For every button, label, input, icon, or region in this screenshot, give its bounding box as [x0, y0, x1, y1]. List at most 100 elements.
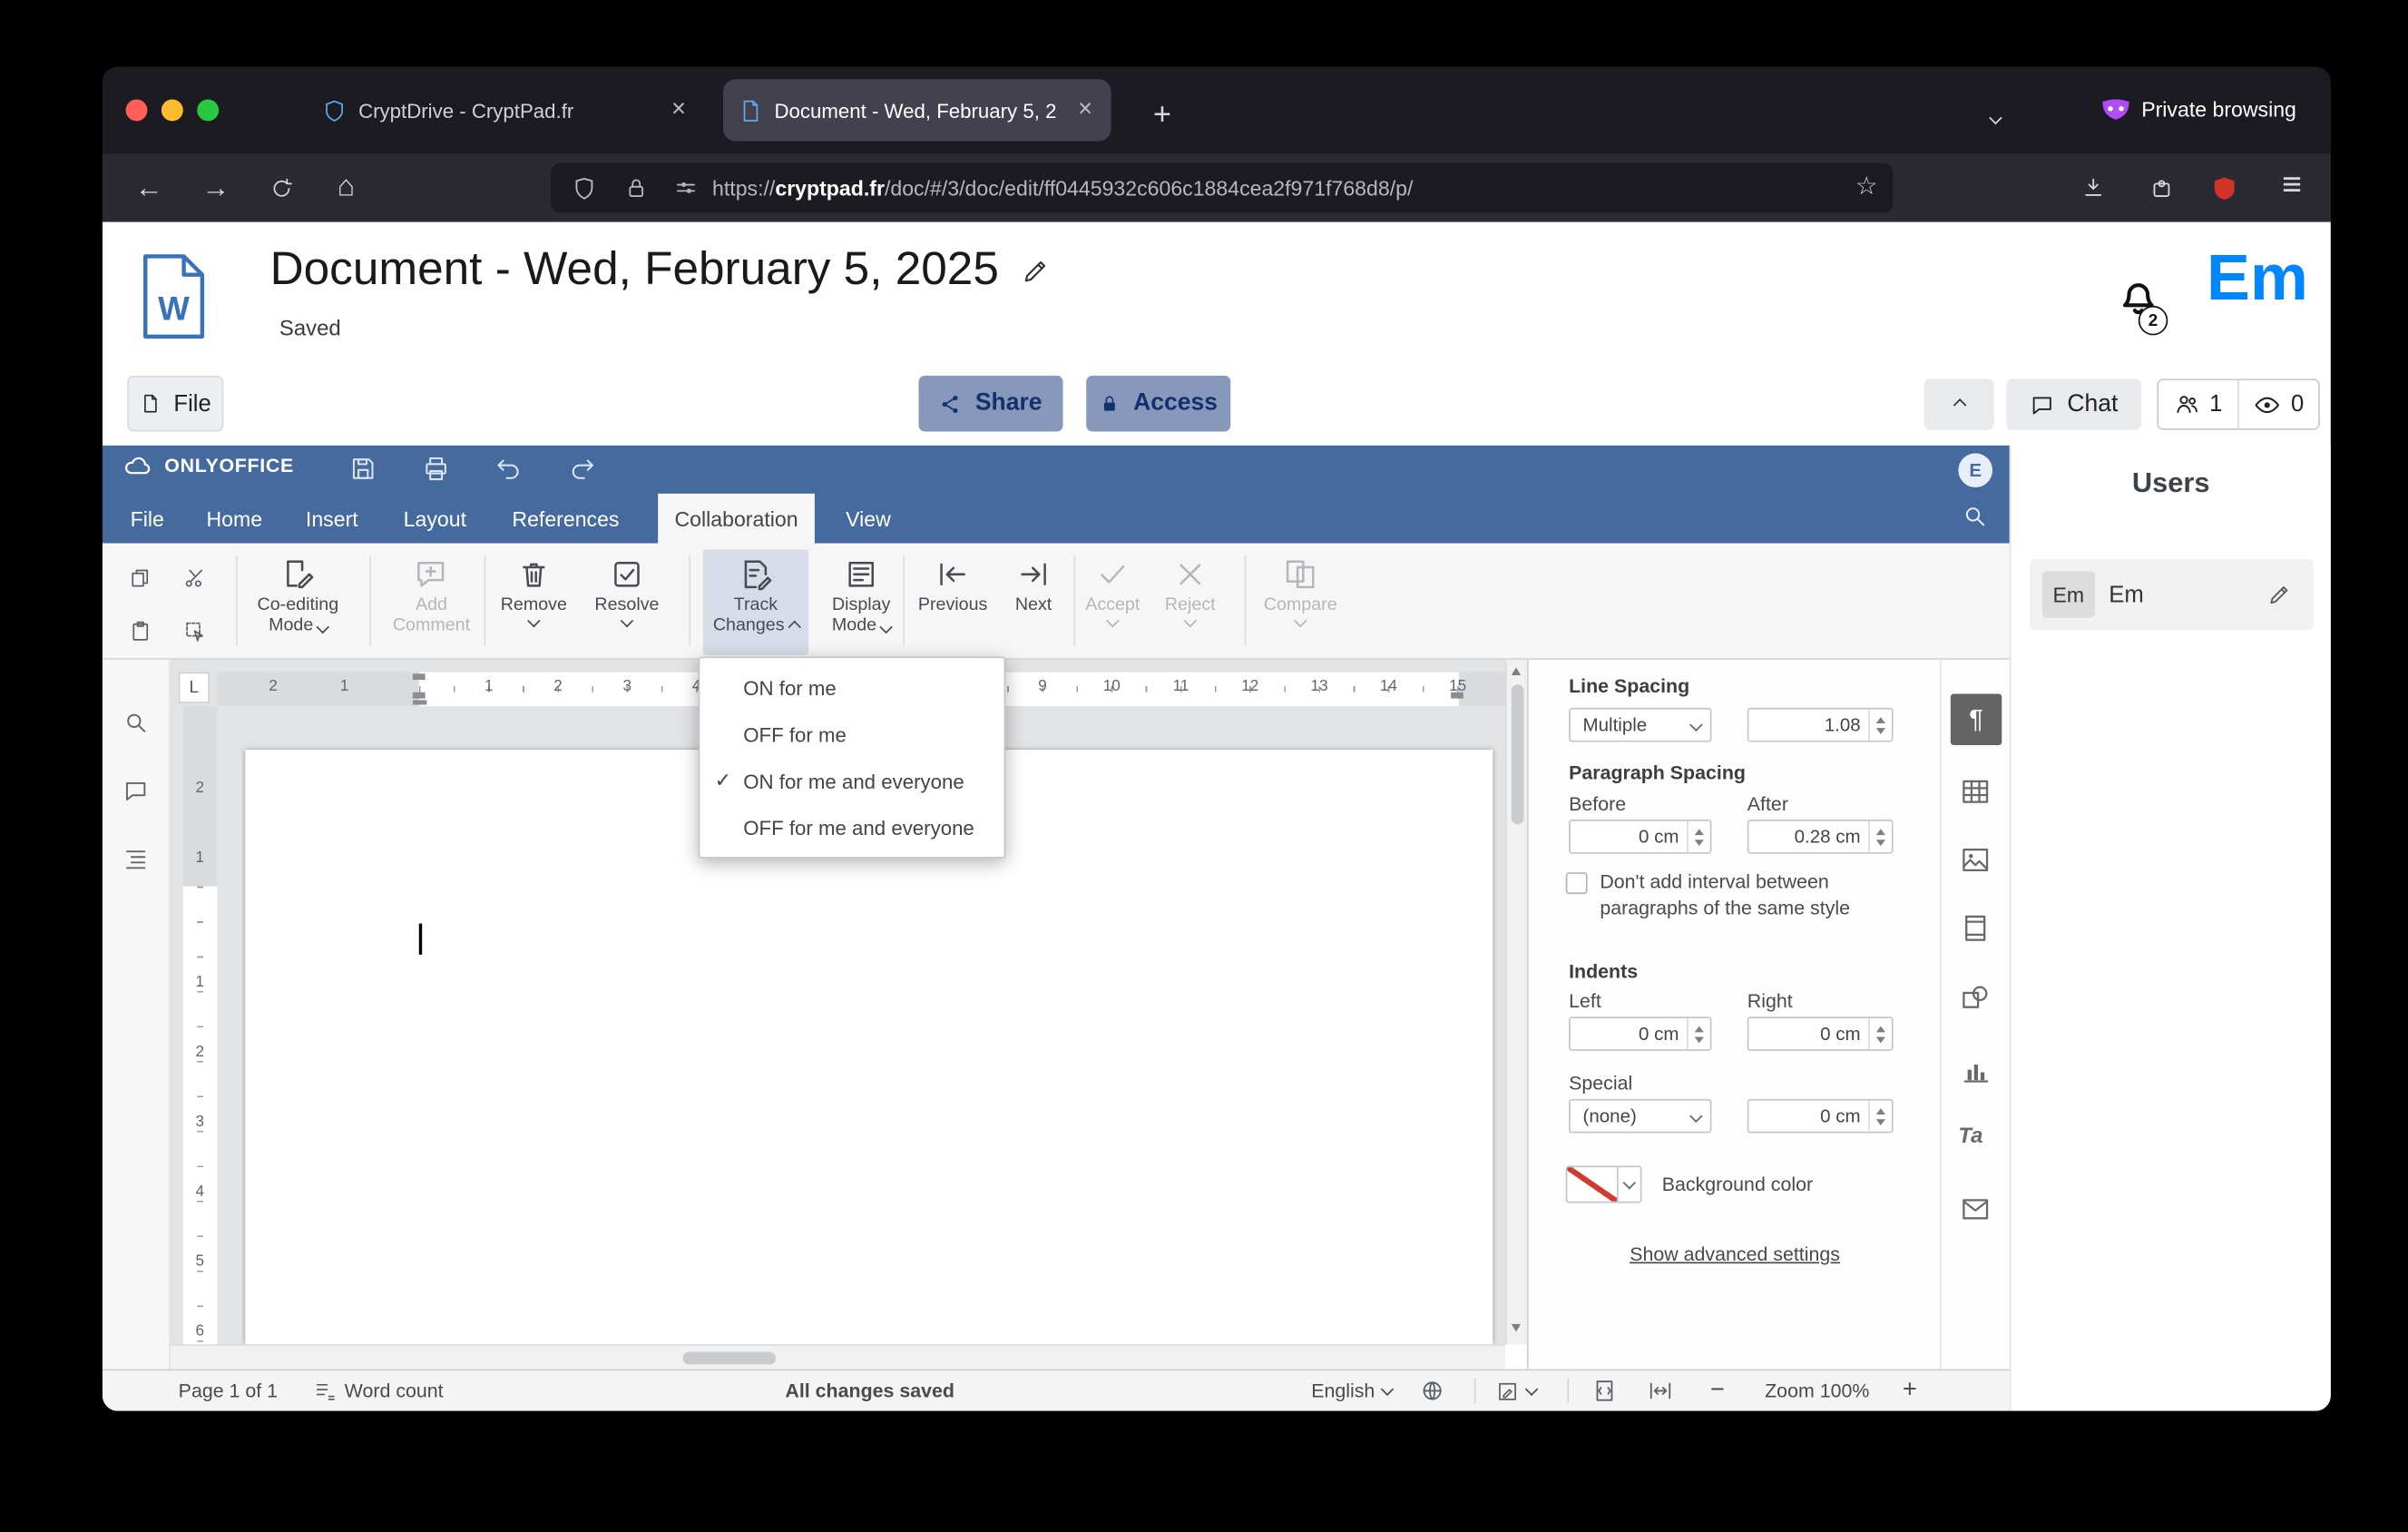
left-indent-marker[interactable] — [412, 692, 426, 699]
right-indent-marker[interactable] — [1451, 692, 1463, 699]
scroll-down-arrow[interactable] — [1511, 1323, 1522, 1332]
paste-icon[interactable] — [129, 619, 153, 643]
permissions-icon[interactable] — [673, 175, 698, 200]
track-changes-toggle[interactable] — [1496, 1370, 1539, 1410]
undo-button[interactable] — [495, 455, 524, 483]
fit-page-button[interactable] — [1592, 1370, 1617, 1410]
resolve-comment-button[interactable]: Resolve — [583, 549, 671, 654]
address-bar[interactable]: https://cryptpad.fr/doc/#/3/doc/edit/ff0… — [551, 162, 1894, 213]
editor-user-avatar[interactable]: E — [1958, 453, 1993, 488]
menu-tab-references[interactable]: References — [506, 494, 626, 544]
reject-change-button[interactable]: Reject — [1154, 549, 1226, 654]
presence-counts[interactable]: 1 0 — [2157, 378, 2320, 430]
app-menu-button[interactable]: ≡ — [2268, 162, 2315, 208]
redo-button[interactable] — [568, 455, 596, 483]
bookmark-star-icon[interactable]: ☆ — [1855, 171, 1878, 201]
table-settings-tab[interactable] — [1960, 776, 1991, 807]
share-button[interactable]: Share — [918, 375, 1063, 432]
editors-count[interactable]: 1 — [2158, 380, 2239, 429]
coediting-mode-button[interactable]: Co-editing Mode — [245, 549, 350, 654]
remove-comment-button[interactable]: Remove — [490, 549, 577, 654]
tab-stop-selector[interactable]: L — [178, 672, 210, 703]
window-zoom-button[interactable] — [197, 99, 220, 122]
rename-pencil-icon[interactable] — [1021, 255, 1050, 284]
tab-list-chevron-icon[interactable] — [1972, 94, 2019, 141]
file-menu-button[interactable]: File — [127, 375, 224, 432]
track-changes-button[interactable]: Track Changes — [702, 549, 809, 655]
select-all-icon[interactable] — [183, 619, 208, 643]
scroll-up-arrow[interactable] — [1511, 667, 1522, 675]
quick-save-button[interactable] — [349, 455, 377, 483]
fit-width-button[interactable] — [1647, 1370, 1675, 1410]
display-mode-button[interactable]: Display Mode — [813, 549, 909, 654]
lock-icon[interactable] — [624, 175, 649, 200]
paragraph-settings-tab[interactable]: ¶ — [1950, 693, 2002, 745]
text-art-settings-tab[interactable]: Ta — [1958, 1123, 1982, 1147]
cut-icon[interactable] — [183, 566, 208, 591]
line-spacing-value-spinner[interactable]: 1.08 — [1747, 707, 1894, 742]
menu-tab-collaboration[interactable]: Collaboration — [658, 493, 815, 544]
menu-tab-file[interactable]: File — [124, 494, 171, 544]
chart-settings-tab[interactable] — [1960, 1056, 1991, 1086]
chat-button[interactable]: Chat — [2006, 378, 2142, 430]
indent-left-spinner[interactable]: 0 cm — [1569, 1016, 1712, 1051]
reload-button[interactable] — [258, 164, 304, 211]
mail-merge-settings-tab[interactable] — [1960, 1193, 1991, 1224]
menu-tab-home[interactable]: Home — [201, 494, 269, 544]
ublock-button[interactable] — [2200, 164, 2246, 211]
accept-change-button[interactable]: Accept — [1077, 549, 1149, 654]
tab-close-icon[interactable]: × — [669, 96, 690, 124]
special-select[interactable]: (none) — [1569, 1098, 1712, 1134]
line-spacing-select[interactable]: Multiple — [1569, 707, 1712, 742]
language-selector[interactable]: English — [1311, 1370, 1395, 1410]
spellcheck-language-button[interactable] — [1420, 1370, 1444, 1410]
shape-settings-tab[interactable] — [1960, 983, 1991, 1014]
background-color-dropdown[interactable] — [1618, 1165, 1642, 1203]
image-settings-tab[interactable] — [1960, 844, 1991, 875]
next-change-button[interactable]: Next — [998, 549, 1070, 654]
menu-tab-layout[interactable]: Layout — [397, 494, 473, 544]
tab-document[interactable]: Document - Wed, February 5, 2 × — [722, 79, 1111, 142]
interval-checkbox[interactable] — [1565, 872, 1588, 895]
back-button[interactable]: ← — [126, 164, 172, 211]
downloads-button[interactable] — [2070, 164, 2117, 211]
vertical-scrollbar[interactable] — [1504, 659, 1527, 1345]
copy-icon[interactable] — [129, 566, 153, 591]
background-color-swatch[interactable] — [1565, 1165, 1619, 1203]
window-minimize-button[interactable] — [161, 99, 183, 122]
previous-change-button[interactable]: Previous — [911, 549, 994, 654]
tracking-shield-icon[interactable] — [571, 174, 597, 201]
extensions-button[interactable] — [2139, 164, 2185, 211]
home-button[interactable]: ⌂ — [323, 164, 369, 211]
left-margin-marker[interactable] — [412, 700, 427, 705]
advanced-settings-link[interactable]: Show advanced settings — [1529, 1243, 1942, 1265]
menu-tab-view[interactable]: View — [839, 494, 896, 544]
edit-name-pencil-icon[interactable] — [2267, 582, 2292, 606]
comments-icon[interactable] — [122, 778, 149, 804]
viewers-count[interactable]: 0 — [2239, 380, 2318, 428]
quick-print-button[interactable] — [422, 455, 450, 483]
zoom-in-button[interactable]: + — [1903, 1370, 1917, 1410]
vertical-scroll-thumb[interactable] — [1511, 684, 1524, 825]
track-menu-item-off-for-everyone[interactable]: ✓ OFF for me and everyone — [700, 804, 1003, 850]
header-footer-settings-tab[interactable] — [1960, 913, 1991, 944]
indent-right-spinner[interactable]: 0 cm — [1747, 1016, 1894, 1051]
forward-button[interactable]: → — [192, 164, 239, 211]
collapse-toolbar-button[interactable] — [1923, 378, 1994, 430]
spacing-before-spinner[interactable]: 0 cm — [1569, 820, 1712, 854]
find-icon[interactable] — [122, 710, 149, 736]
new-tab-button[interactable]: + — [1139, 92, 1185, 138]
word-count-button[interactable]: Word count — [313, 1370, 444, 1410]
add-comment-button[interactable]: Add Comment — [378, 549, 484, 654]
zoom-out-button[interactable]: − — [1710, 1370, 1725, 1410]
tab-close-icon[interactable]: × — [1075, 96, 1096, 124]
track-menu-item-on-for-everyone[interactable]: ✓ ON for me and everyone — [700, 758, 1003, 804]
horizontal-scroll-thumb[interactable] — [682, 1351, 777, 1365]
track-menu-item-off-for-me[interactable]: ✓ OFF for me — [700, 711, 1003, 757]
access-button[interactable]: Access — [1086, 375, 1231, 432]
spacing-after-spinner[interactable]: 0.28 cm — [1747, 820, 1894, 854]
first-line-indent-marker[interactable] — [412, 673, 426, 681]
account-avatar[interactable]: Em — [2207, 241, 2308, 315]
zoom-level[interactable]: Zoom 100% — [1750, 1370, 1884, 1410]
editor-search-icon[interactable] — [1962, 503, 1988, 529]
